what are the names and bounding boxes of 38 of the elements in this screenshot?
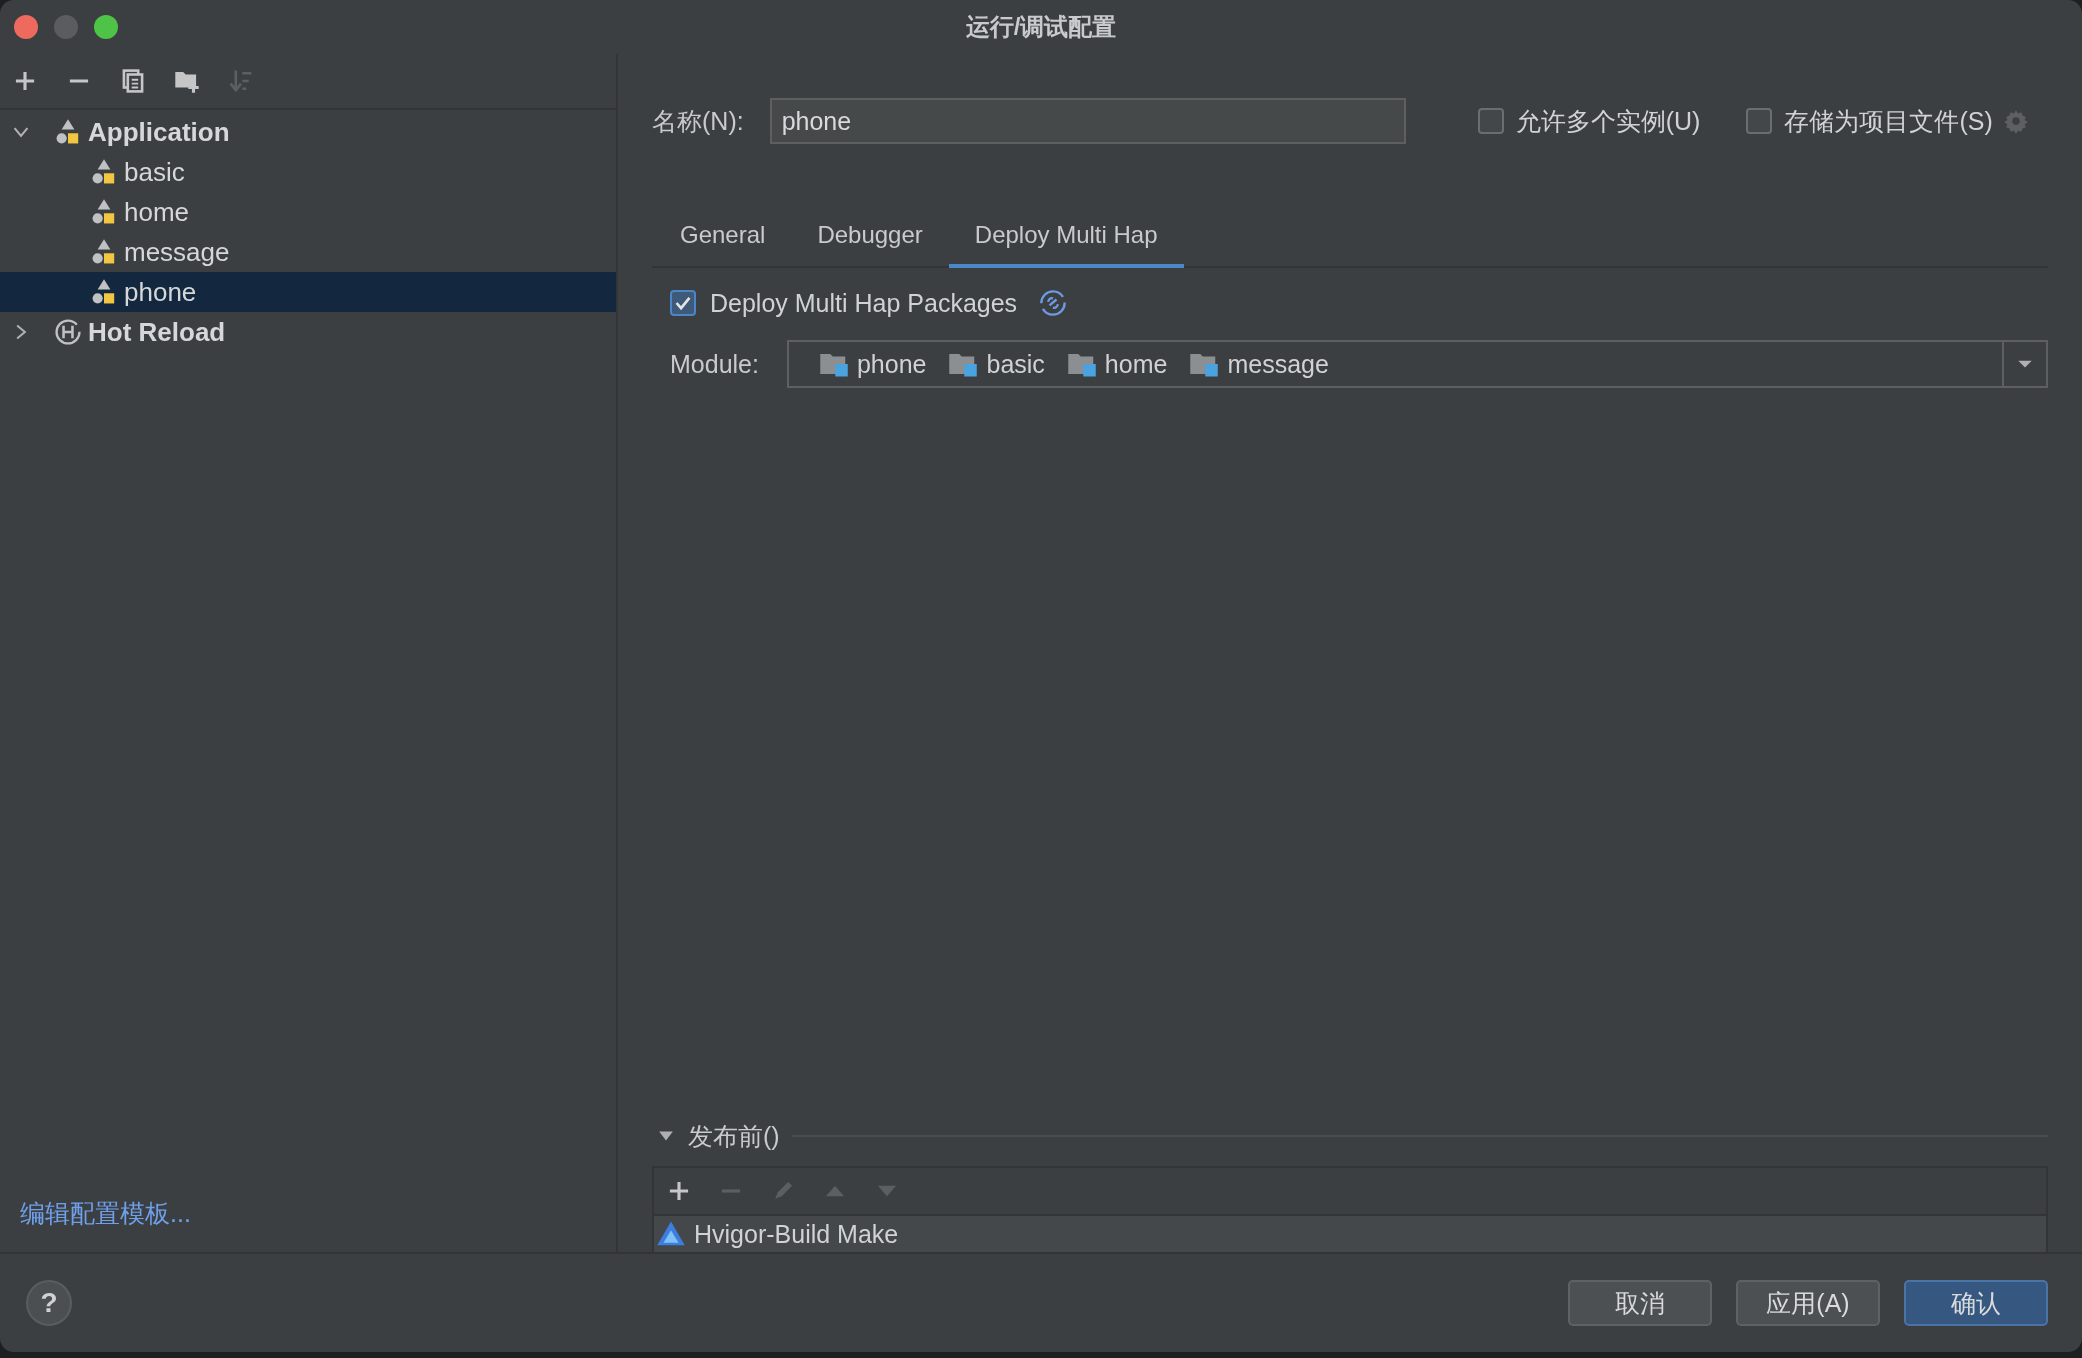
window-title: 运行/调试配置 — [965, 12, 1117, 42]
before-launch-toggle[interactable]: 发布前() — [652, 1119, 780, 1153]
module-dropdown[interactable]: phone basic home message — [786, 340, 2048, 388]
edit-templates-link[interactable]: 编辑配置模板... — [20, 1197, 191, 1230]
checkbox-label[interactable]: 存储为项目文件(S) — [1784, 104, 1993, 138]
tab[interactable]: Debugger — [791, 206, 949, 268]
checkbox[interactable] — [1477, 108, 1504, 134]
dialog-button[interactable]: 取消 — [1568, 1280, 1712, 1326]
copy-icon[interactable] — [120, 68, 146, 94]
tree-item[interactable]: Application — [0, 112, 616, 152]
module-name: home — [1104, 349, 1168, 379]
module-name: phone — [856, 349, 927, 379]
confirm-button[interactable]: 确认 — [1904, 1280, 2048, 1326]
name-label: 名称(N): — [652, 105, 744, 137]
name-field[interactable]: phone — [769, 98, 1406, 144]
task-item[interactable]: Hvigor-Build Make — [654, 1216, 2046, 1252]
tree-item[interactable]: phone — [0, 272, 616, 312]
tree-item[interactable]: home — [0, 192, 616, 232]
module-name: message — [1227, 349, 1329, 379]
module-name: basic — [986, 349, 1045, 379]
checkbox[interactable] — [1746, 108, 1773, 134]
checkbox-label[interactable]: 允许多个实例(U) — [1515, 104, 1701, 138]
link-icon[interactable] — [1039, 289, 1068, 317]
help-button[interactable]: ? — [26, 1280, 72, 1326]
checkmark-icon — [674, 294, 692, 312]
tab[interactable]: General — [654, 206, 792, 268]
tree-item[interactable]: message — [0, 232, 616, 272]
dialog-button[interactable]: 应用(A) — [1736, 1280, 1880, 1326]
checkbox[interactable] — [670, 290, 696, 316]
module-label: Module: — [670, 349, 759, 379]
tree-item[interactable]: basic — [0, 152, 616, 192]
close-button[interactable] — [14, 15, 38, 39]
checkbox-label[interactable]: Deploy Multi Hap Packages — [710, 288, 1018, 318]
tree-item[interactable]: Hot Reload — [0, 312, 616, 352]
hot-reload-icon — [54, 318, 82, 346]
zoom-button[interactable] — [94, 15, 118, 39]
triangle-logo-icon — [656, 1220, 686, 1248]
tab[interactable]: Deploy Multi Hap — [948, 206, 1184, 268]
